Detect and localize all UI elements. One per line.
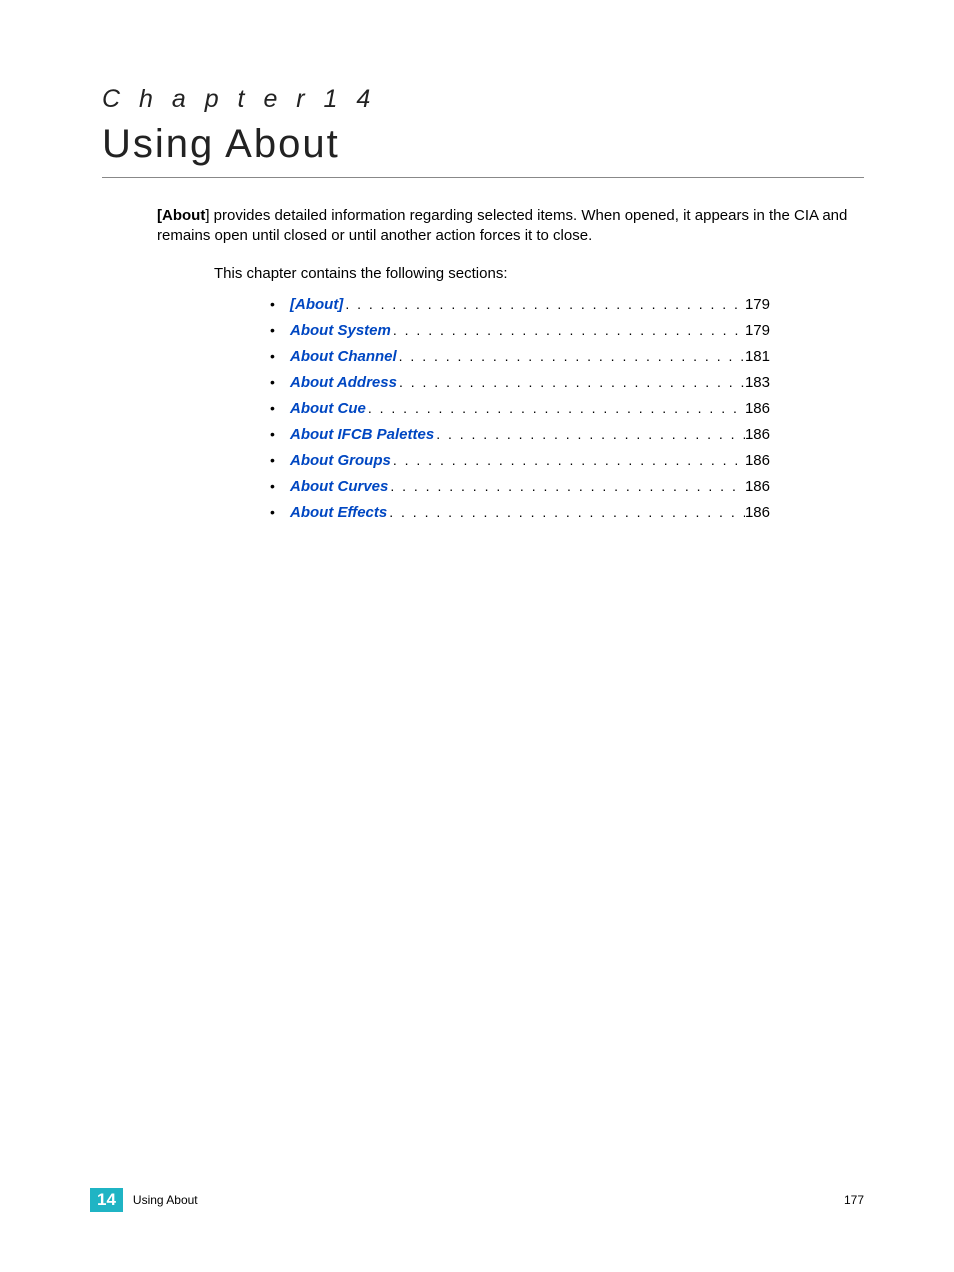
- toc-link[interactable]: About IFCB Palettes: [290, 426, 434, 443]
- toc-leader-dots: [343, 296, 745, 312]
- toc-row: •About IFCB Palettes 186: [270, 426, 770, 443]
- toc-link[interactable]: About System: [290, 322, 391, 339]
- toc-page-number: 186: [745, 504, 770, 521]
- toc-leader-dots: [434, 426, 745, 442]
- intro-rest: ] provides detailed information regardin…: [157, 207, 847, 244]
- toc-link[interactable]: About Curves: [290, 478, 388, 495]
- toc-link[interactable]: About Channel: [290, 348, 397, 365]
- bullet-icon: •: [270, 426, 290, 442]
- toc-link[interactable]: [About]: [290, 296, 343, 313]
- toc-leader-dots: [397, 374, 745, 390]
- toc-row: •About Address 183: [270, 374, 770, 391]
- toc-row: •About Channel 181: [270, 348, 770, 365]
- toc-row: •About Groups 186: [270, 452, 770, 469]
- toc-page-number: 186: [745, 426, 770, 443]
- sections-intro: This chapter contains the following sect…: [214, 265, 864, 282]
- footer-page-number: 177: [844, 1193, 864, 1207]
- chapter-number-badge: 14: [90, 1188, 123, 1212]
- bullet-icon: •: [270, 400, 290, 416]
- toc-page-number: 186: [745, 400, 770, 417]
- toc-leader-dots: [388, 478, 745, 494]
- bullet-icon: •: [270, 374, 290, 390]
- toc-page-number: 179: [745, 322, 770, 339]
- bullet-icon: •: [270, 322, 290, 338]
- toc-leader-dots: [397, 348, 745, 364]
- bullet-icon: •: [270, 348, 290, 364]
- toc-link[interactable]: About Effects: [290, 504, 387, 521]
- toc-row: •About System 179: [270, 322, 770, 339]
- page-footer: 14 Using About 177: [0, 1188, 954, 1212]
- footer-chapter-title: Using About: [133, 1193, 844, 1207]
- toc-link[interactable]: About Address: [290, 374, 397, 391]
- bullet-icon: •: [270, 478, 290, 494]
- toc-row: •About Cue 186: [270, 400, 770, 417]
- toc-link[interactable]: About Cue: [290, 400, 366, 417]
- toc-leader-dots: [391, 452, 745, 468]
- toc-page-number: 186: [745, 452, 770, 469]
- toc-leader-dots: [387, 504, 745, 520]
- toc-page-number: 181: [745, 348, 770, 365]
- toc-leader-dots: [391, 322, 745, 338]
- bullet-icon: •: [270, 296, 290, 312]
- toc-leader-dots: [366, 400, 745, 416]
- bullet-icon: •: [270, 504, 290, 520]
- toc-page-number: 179: [745, 296, 770, 313]
- toc-list: •[About]179•About System179•About Channe…: [270, 296, 770, 521]
- toc-link[interactable]: About Groups: [290, 452, 391, 469]
- title-rule: [102, 177, 864, 178]
- bullet-icon: •: [270, 452, 290, 468]
- chapter-title: Using About: [102, 122, 864, 175]
- intro-bold: [About: [157, 207, 205, 224]
- toc-row: •About Curves 186: [270, 478, 770, 495]
- toc-page-number: 183: [745, 374, 770, 391]
- intro-paragraph: [About] provides detailed information re…: [157, 206, 854, 247]
- chapter-label: C h a p t e r 1 4: [102, 85, 864, 114]
- toc-page-number: 186: [745, 478, 770, 495]
- toc-row: •About Effects 186: [270, 504, 770, 521]
- toc-row: •[About] 179: [270, 296, 770, 313]
